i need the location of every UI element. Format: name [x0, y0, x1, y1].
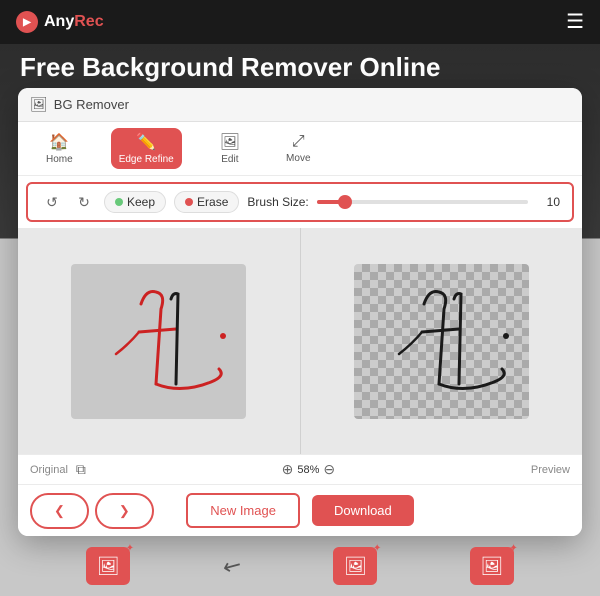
new-image-button[interactable]: New Image	[186, 493, 300, 528]
zoom-value: 58%	[297, 464, 319, 476]
sparkle-1: ✦	[126, 543, 134, 554]
bottom-bar: Original ⧉ ⊕ 58% ⊖ Preview	[18, 454, 582, 484]
modal-header: 🖼 BG Remover	[18, 88, 582, 122]
page-background: ▶ AnyRec ☰ Free Background Remover Onlin…	[0, 0, 600, 596]
zoom-in-button[interactable]: ⊕	[282, 461, 294, 478]
keep-dot	[115, 198, 123, 206]
preview-image-container[interactable]	[354, 264, 529, 419]
copy-button[interactable]: ⧉	[76, 461, 86, 478]
original-image-container[interactable]	[71, 264, 246, 419]
keep-label: Keep	[127, 195, 155, 209]
feature-box-2: 🖼 ✦	[333, 547, 377, 585]
original-label: Original	[30, 464, 68, 476]
redo-button[interactable]: ↻	[72, 190, 96, 214]
keep-button[interactable]: Keep	[104, 191, 166, 213]
undo-button[interactable]: ↺	[40, 190, 64, 214]
preview-label: Preview	[531, 464, 570, 476]
feature-icon-2: 🖼 ✦	[333, 547, 377, 585]
tools-bar: ↺ ↻ Keep Erase Brush Size: 10	[26, 182, 574, 222]
sparkle-3: ✦	[509, 543, 517, 554]
tab-edge-refine[interactable]: ✏️ Edge Refine	[111, 128, 182, 169]
brush-size-value: 10	[536, 195, 560, 209]
erase-button[interactable]: Erase	[174, 191, 239, 213]
modal-header-icon: 🖼	[30, 96, 48, 113]
nav-arrow-down: ↙	[217, 550, 246, 582]
logo: ▶ AnyRec	[16, 11, 104, 33]
feature-box-1: 🖼 ✦	[86, 547, 130, 585]
tab-move-label: Move	[286, 153, 310, 164]
sparkle-2: ✦	[373, 543, 381, 554]
original-signature	[71, 264, 246, 419]
edge-refine-icon: ✏️	[136, 132, 156, 152]
zoom-controls: ⊕ 58% ⊖	[282, 461, 336, 478]
erase-label: Erase	[197, 195, 228, 209]
hamburger-menu[interactable]: ☰	[566, 12, 584, 32]
feature-icon-1: 🖼 ✦	[86, 547, 130, 585]
top-navigation: ▶ AnyRec ☰	[0, 0, 600, 44]
brush-size-slider[interactable]	[317, 200, 528, 204]
home-icon: 🏠	[49, 132, 69, 152]
modal-header-title: BG Remover	[54, 97, 129, 112]
page-title: Free Background Remover Online	[20, 52, 440, 83]
tab-move[interactable]: ⤢ Move	[278, 129, 318, 168]
tab-edit[interactable]: 🖼 Edit	[212, 128, 248, 169]
download-button[interactable]: Download	[312, 495, 414, 526]
edit-icon: 🖼	[220, 132, 240, 152]
footer-buttons: ❮ ❯ New Image Download	[18, 484, 582, 536]
canvas-left	[18, 228, 301, 454]
logo-text: AnyRec	[44, 13, 104, 31]
canvas-area	[18, 228, 582, 454]
tab-home[interactable]: 🏠 Home	[38, 128, 81, 169]
erase-dot	[185, 198, 193, 206]
canvas-right	[301, 228, 583, 454]
feature-icon-3: 🖼 ✦	[470, 547, 514, 585]
tab-home-label: Home	[46, 154, 73, 165]
next-button[interactable]: ❯	[95, 493, 154, 529]
prev-button[interactable]: ❮	[30, 493, 89, 529]
tab-edge-refine-label: Edge Refine	[119, 154, 174, 165]
tab-edit-label: Edit	[221, 154, 238, 165]
preview-signature	[354, 264, 529, 419]
feature-icons-bar: 🖼 ✦ ↙ 🖼 ✦ 🖼 ✦	[0, 536, 600, 596]
bg-remover-modal: 🖼 BG Remover 🏠 Home ✏️ Edge Refine 🖼 Edi…	[18, 88, 582, 536]
feature-box-3: 🖼 ✦	[470, 547, 514, 585]
toolbar-tabs: 🏠 Home ✏️ Edge Refine 🖼 Edit ⤢ Move	[18, 122, 582, 176]
logo-icon: ▶	[16, 11, 38, 33]
brush-size-label: Brush Size:	[247, 195, 308, 209]
brush-slider-thumb[interactable]	[338, 195, 352, 209]
move-icon: ⤢	[292, 133, 305, 151]
zoom-out-button[interactable]: ⊖	[323, 461, 335, 478]
